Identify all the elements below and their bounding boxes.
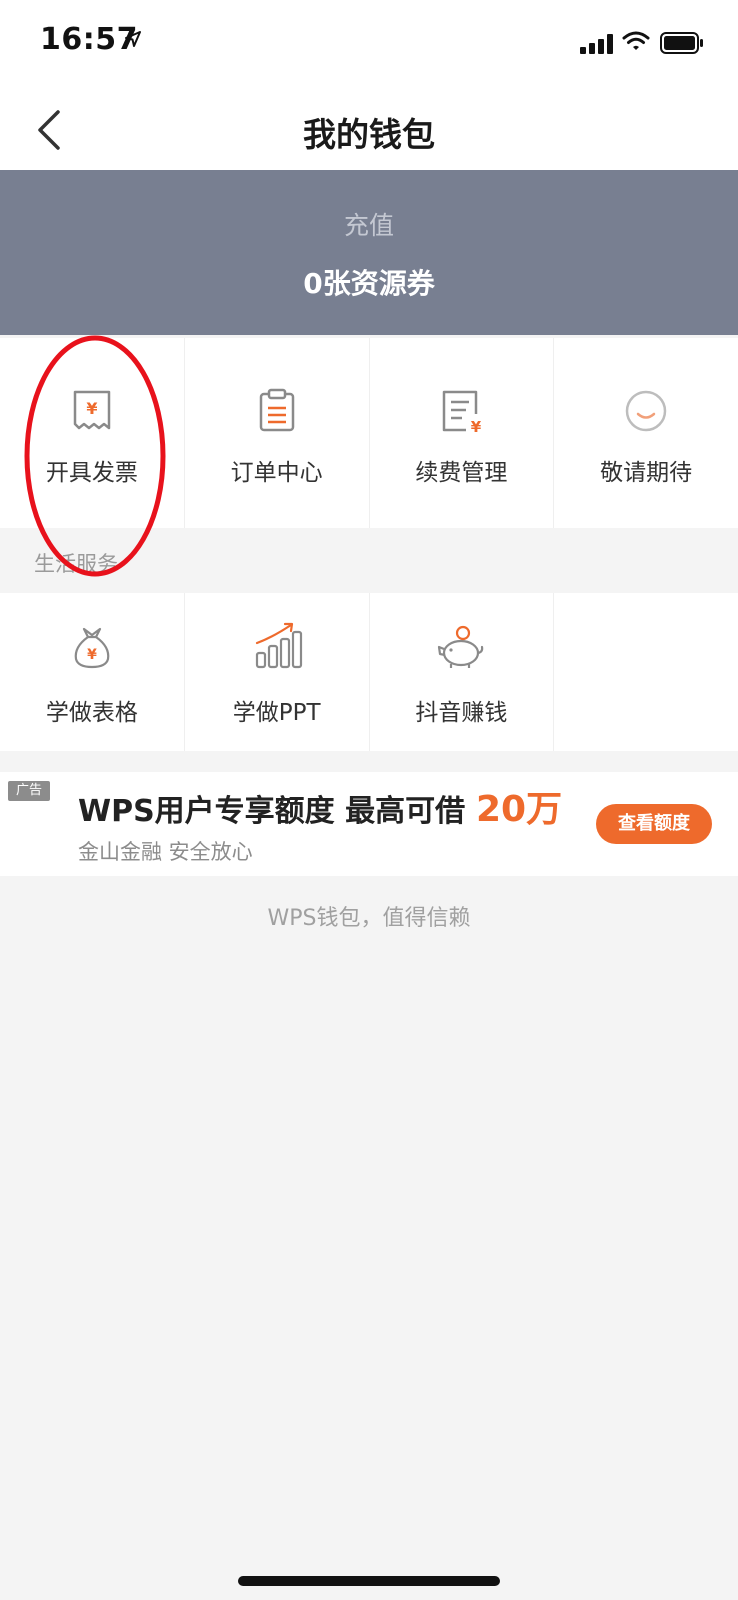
service-douyin-earn-label: 抖音赚钱 <box>415 700 508 726</box>
money-bag-icon: ¥ <box>74 627 110 669</box>
ad-amount: 20万 <box>476 789 563 830</box>
service-learn-spreadsheet-label: 学做表格 <box>45 700 138 726</box>
voucher-count[interactable]: 0张资源券 <box>0 262 738 302</box>
smile-icon <box>625 390 667 432</box>
footer-slogan: WPS钱包，值得信赖 <box>267 906 471 931</box>
wallet-banner <box>0 170 738 335</box>
wifi-icon <box>622 31 650 50</box>
page-title: 我的钱包 <box>303 115 435 154</box>
service-learn-ppt-label: 学做PPT <box>232 700 321 726</box>
ad-subtitle: 金山金融 安全放心 <box>78 840 253 864</box>
action-renewal[interactable]: ¥ 续费管理 <box>370 338 555 528</box>
service-empty-slot <box>554 593 738 751</box>
svg-text:¥: ¥ <box>471 418 482 436</box>
bar-chart-growth-icon <box>255 622 302 669</box>
action-coming-soon-label: 敬请期待 <box>600 460 693 486</box>
ad-title: WPS用户专享额度 最高可借 <box>78 794 466 829</box>
ad-tag: 广告 <box>8 781 50 801</box>
annotation-ellipse <box>24 335 166 577</box>
action-renewal-label: 续费管理 <box>415 460 508 486</box>
action-coming-soon: 敬请期待 <box>554 338 738 528</box>
piggy-bank-icon <box>438 625 484 668</box>
view-credit-button[interactable]: 查看额度 <box>596 804 712 844</box>
service-learn-ppt[interactable]: 学做PPT <box>185 593 370 751</box>
renewal-document-icon: ¥ <box>443 390 482 436</box>
clipboard-icon <box>259 388 294 432</box>
location-arrow-icon <box>125 31 141 47</box>
life-services-grid: ¥ 学做表格 学做PPT 抖音赚钱 <box>0 593 738 751</box>
recharge-link[interactable]: 充值 <box>0 206 738 242</box>
service-learn-spreadsheet[interactable]: ¥ 学做表格 <box>0 593 185 751</box>
action-orders-label: 订单中心 <box>230 460 323 486</box>
battery-icon <box>660 32 703 54</box>
svg-text:¥: ¥ <box>87 647 97 663</box>
home-indicator[interactable] <box>238 1576 500 1586</box>
cellular-signal-icon <box>580 34 613 54</box>
service-douyin-earn[interactable]: 抖音赚钱 <box>370 593 555 751</box>
action-orders[interactable]: 订单中心 <box>185 338 370 528</box>
